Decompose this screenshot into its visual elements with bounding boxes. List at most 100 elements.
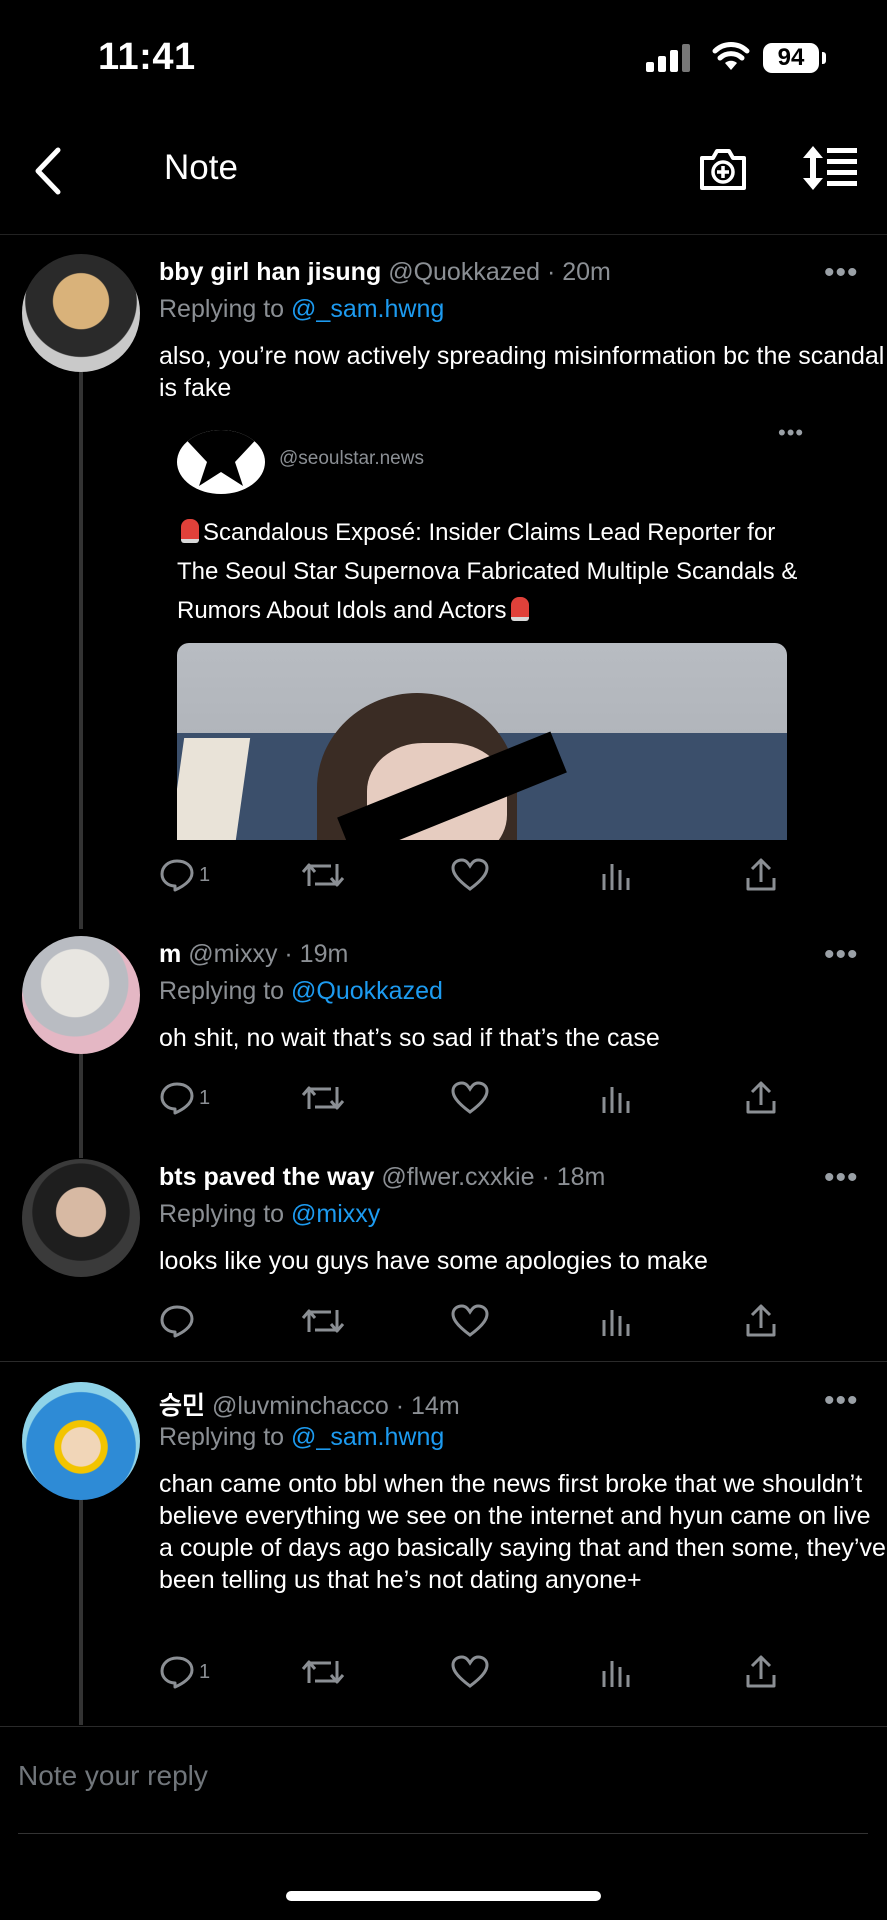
camera-plus-icon[interactable]: [698, 146, 748, 192]
quote-more-icon[interactable]: •••: [778, 420, 804, 446]
battery-nub: [822, 52, 826, 64]
retweet-button[interactable]: [301, 1655, 345, 1689]
thread-line: [79, 1500, 83, 1725]
thread-divider: [0, 1726, 887, 1727]
retweet-icon: [301, 1660, 345, 1684]
tweet-text: also, you’re now actively spreading misi…: [159, 342, 885, 402]
retweet-icon: [301, 863, 345, 887]
more-options-icon[interactable]: •••: [824, 938, 859, 972]
tweet-text: chan came onto bbl when the news first b…: [159, 1470, 886, 1594]
like-button[interactable]: [451, 858, 489, 892]
tweet-actions: [159, 1304, 779, 1344]
retweet-icon: [301, 1309, 345, 1333]
analytics-icon: [602, 1087, 630, 1113]
tweet-text: looks like you guys have some apologies …: [159, 1247, 708, 1275]
handle-timestamp: @Quokkazed · 20m: [388, 258, 611, 286]
display-name[interactable]: bby girl han jisung: [159, 258, 381, 286]
heart-icon: [451, 1655, 489, 1688]
replying-to: Replying to @_sam.hwng: [159, 1423, 445, 1451]
avatar[interactable]: [22, 254, 140, 372]
retweet-icon: [301, 1086, 345, 1110]
tweet-actions: 1: [159, 1655, 779, 1695]
reply-button[interactable]: 1: [159, 1655, 210, 1689]
analytics-icon: [602, 864, 630, 890]
reply-count: 1: [199, 863, 211, 886]
analytics-icon: [602, 1661, 630, 1687]
mention-link[interactable]: @Quokkazed: [291, 977, 443, 1005]
quote-handle: @seoulstar.news: [279, 448, 424, 469]
status-time: 11:41: [98, 36, 196, 78]
like-button[interactable]: [451, 1304, 489, 1338]
display-name[interactable]: m: [159, 940, 181, 968]
more-options-icon[interactable]: •••: [824, 1384, 859, 1418]
header-divider: [0, 234, 887, 235]
tweet-actions: 1: [159, 1081, 779, 1121]
tweet-text: oh shit, no wait that’s so sad if that’s…: [159, 1024, 660, 1052]
avatar[interactable]: [22, 1382, 140, 1500]
share-icon: [746, 1304, 776, 1337]
share-button[interactable]: [745, 858, 777, 892]
sort-icon[interactable]: [803, 146, 859, 190]
quote-image[interactable]: [177, 643, 787, 840]
mention-link[interactable]: @mixxy: [291, 1200, 380, 1228]
share-button[interactable]: [745, 1304, 777, 1338]
views-button[interactable]: [601, 1304, 631, 1338]
more-options-icon[interactable]: •••: [824, 256, 859, 290]
retweet-button[interactable]: [301, 1081, 345, 1115]
avatar[interactable]: [22, 936, 140, 1054]
heart-icon: [451, 1081, 489, 1114]
handle-timestamp: @mixxy · 19m: [188, 940, 349, 968]
replying-to: Replying to @Quokkazed: [159, 977, 443, 1005]
reply-button[interactable]: [159, 1304, 199, 1338]
tweet-header: bby girl han jisung @Quokkazed · 20m: [159, 258, 611, 287]
cellular-signal-icon: [646, 44, 690, 72]
thread-line: [79, 372, 83, 929]
reply-input[interactable]: Note your reply: [18, 1760, 208, 1792]
comment-icon: [160, 859, 194, 892]
share-button[interactable]: [745, 1081, 777, 1115]
tweet-actions: 1: [159, 858, 779, 898]
more-options-icon[interactable]: •••: [824, 1161, 859, 1195]
replying-to: Replying to @_sam.hwng: [159, 295, 445, 323]
views-button[interactable]: [601, 858, 631, 892]
thread-line: [79, 1054, 83, 1158]
star-icon: [177, 430, 265, 486]
share-icon: [746, 1655, 776, 1688]
views-button[interactable]: [601, 1655, 631, 1689]
reply-button[interactable]: 1: [159, 858, 210, 892]
mention-link[interactable]: @_sam.hwng: [291, 295, 444, 323]
analytics-icon: [602, 1310, 630, 1336]
handle-timestamp: @flwer.cxxkie · 18m: [381, 1163, 606, 1191]
like-button[interactable]: [451, 1081, 489, 1115]
share-button[interactable]: [745, 1655, 777, 1689]
reply-button[interactable]: 1: [159, 1081, 210, 1115]
chevron-left-icon[interactable]: [30, 146, 66, 196]
quote-text: Scandalous Exposé: Insider Claims Lead R…: [177, 519, 798, 624]
home-indicator[interactable]: [286, 1891, 601, 1901]
display-name[interactable]: 승민: [159, 1392, 205, 1420]
siren-icon: [181, 519, 199, 543]
thread-divider: [0, 1361, 887, 1362]
handle-timestamp: @luvminchacco · 14m: [211, 1392, 460, 1420]
avatar[interactable]: [22, 1159, 140, 1277]
comment-icon: [160, 1656, 194, 1689]
seoulstar-logo[interactable]: [177, 430, 265, 494]
share-icon: [746, 858, 776, 891]
like-button[interactable]: [451, 1655, 489, 1689]
siren-icon: [510, 597, 529, 621]
views-button[interactable]: [601, 1081, 631, 1115]
tweet-header: m @mixxy · 19m: [159, 940, 348, 969]
mention-link[interactable]: @_sam.hwng: [291, 1423, 444, 1451]
battery-indicator: 94: [763, 43, 819, 73]
heart-icon: [451, 1304, 489, 1337]
replying-to: Replying to @mixxy: [159, 1200, 381, 1228]
wifi-icon: [712, 42, 750, 70]
reply-underline: [18, 1833, 868, 1834]
display-name[interactable]: bts paved the way: [159, 1163, 374, 1191]
share-icon: [746, 1081, 776, 1114]
comment-icon: [160, 1305, 194, 1338]
retweet-button[interactable]: [301, 858, 345, 892]
reply-count: 1: [199, 1086, 211, 1109]
retweet-button[interactable]: [301, 1304, 345, 1338]
comment-icon: [160, 1082, 194, 1115]
